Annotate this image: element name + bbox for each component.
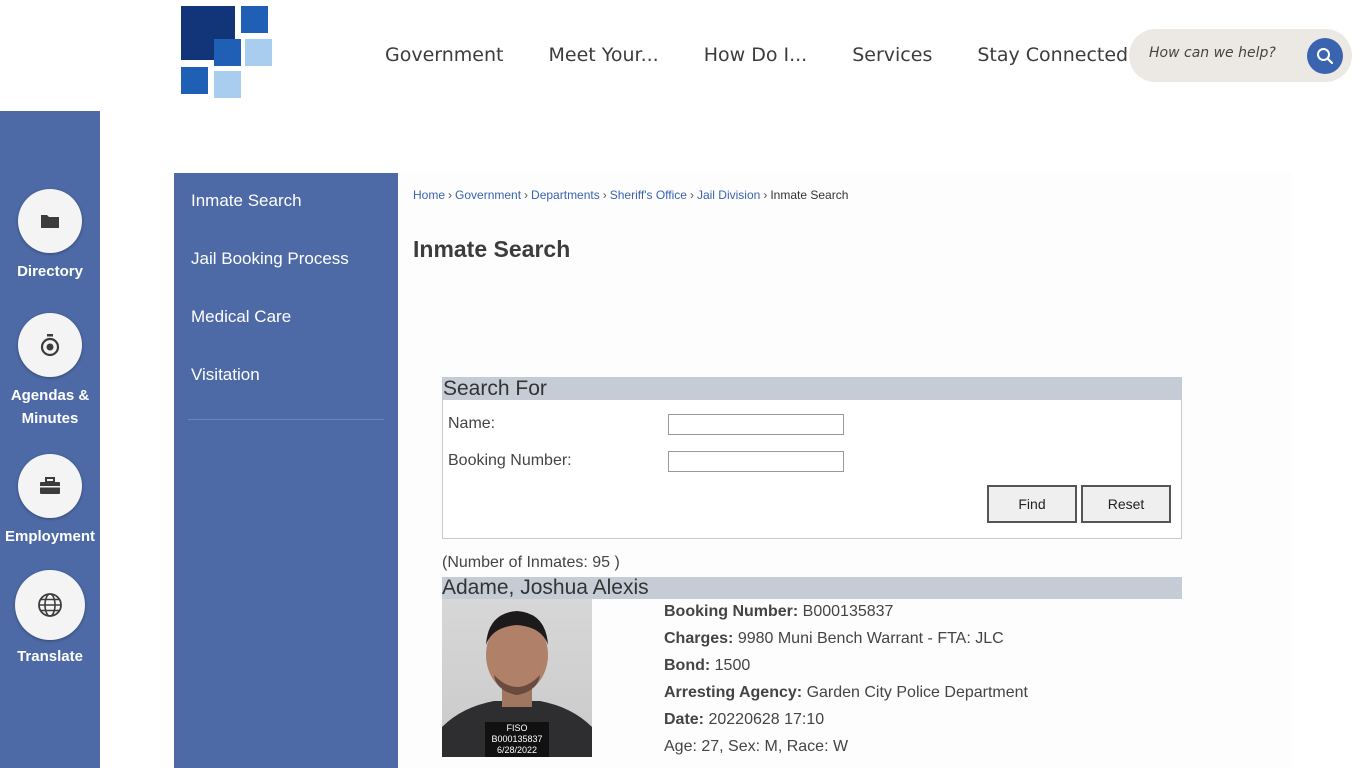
reset-button[interactable]: Reset <box>1081 485 1171 523</box>
nav-meet-your[interactable]: Meet Your... <box>549 44 659 66</box>
booking-number-input[interactable] <box>668 451 844 472</box>
rail-directory[interactable]: Directory <box>0 189 100 283</box>
logo-square-mid <box>214 39 241 66</box>
breadcrumb: Home › Government › Departments › Sheriff's Of… <box>413 188 848 202</box>
rail-agendas-label: Agendas & Minutes <box>10 387 90 427</box>
breadcrumb-current: Inmate Search <box>770 188 849 202</box>
side-item-medical-care[interactable]: Medical Care <box>191 307 291 327</box>
side-menu-divider <box>188 419 384 420</box>
breadcrumb-separator: › <box>524 188 529 202</box>
booking-number-value: B000135837 <box>802 603 894 620</box>
logo-square-light <box>245 39 272 66</box>
breadcrumb-separator: › <box>448 188 453 202</box>
nav-stay-connected[interactable]: Stay Connected <box>977 44 1128 66</box>
rail-employment-label: Employment <box>4 528 95 545</box>
breadcrumb-separator: › <box>763 188 768 202</box>
site-search-button[interactable] <box>1307 38 1343 74</box>
page-title: Inmate Search <box>413 236 571 262</box>
quick-links-rail: Directory Agendas & Minutes Employment T… <box>0 111 100 768</box>
breadcrumb-separator: › <box>689 188 694 202</box>
side-item-visitation[interactable]: Visitation <box>191 365 260 385</box>
arresting-agency-key: Arresting Agency: <box>664 684 803 701</box>
rail-translate-label: Translate <box>17 648 83 665</box>
charges-row: Charges: 9980 Muni Bench Warrant - FTA: … <box>664 629 1028 656</box>
section-side-menu: Inmate Search Jail Booking Process Medic… <box>174 173 398 768</box>
nav-how-do-i[interactable]: How Do I... <box>704 44 808 66</box>
inmate-search-form: Search For Name: Booking Number: Find Re… <box>442 377 1182 539</box>
placard-line: 6/28/2022 <box>496 745 538 755</box>
inmate-details: Booking Number: B000135837 Charges: 9980… <box>664 602 1028 764</box>
search-icon <box>1317 48 1334 65</box>
date-value: 20220628 17:10 <box>708 711 825 728</box>
briefcase-icon <box>40 477 60 494</box>
booking-placard: FISO B000135837 6/28/2022 <box>485 722 549 757</box>
breadcrumb-government[interactable]: Government <box>455 188 521 202</box>
placard-line: FISO <box>506 723 528 733</box>
rail-translate-circle <box>15 570 85 640</box>
main-nav: Government Meet Your... How Do I... Serv… <box>385 44 1173 66</box>
rail-employment-circle <box>18 454 82 518</box>
bond-value: 1500 <box>714 657 751 674</box>
arresting-agency-row: Arresting Agency: Garden City Police Dep… <box>664 683 1028 710</box>
charges-value: 9980 Muni Bench Warrant - FTA: JLC <box>737 630 1004 647</box>
breadcrumb-separator: › <box>602 188 607 202</box>
arresting-agency-value: Garden City Police Department <box>806 684 1028 701</box>
nav-services[interactable]: Services <box>852 44 932 66</box>
rail-directory-circle <box>18 189 82 253</box>
side-item-inmate-search[interactable]: Inmate Search <box>191 191 302 211</box>
rail-agendas-circle <box>18 313 82 377</box>
inmate-count: (Number of Inmates: 95 ) <box>442 554 620 571</box>
search-form-header: Search For <box>443 378 1181 400</box>
stopwatch-icon <box>40 334 60 357</box>
charges-key: Charges: <box>664 630 734 647</box>
find-button[interactable]: Find <box>987 485 1077 523</box>
globe-icon <box>38 593 62 617</box>
rail-directory-label: Directory <box>17 263 83 280</box>
inmate-mugshot: FISO B000135837 6/28/2022 <box>442 599 592 757</box>
rail-translate[interactable]: Translate <box>0 570 100 668</box>
breadcrumb-sheriffs-office[interactable]: Sheriff's Office <box>610 188 687 202</box>
side-item-jail-booking-process[interactable]: Jail Booking Process <box>191 249 349 269</box>
rail-employment[interactable]: Employment <box>0 454 100 548</box>
breadcrumb-departments[interactable]: Departments <box>531 188 600 202</box>
placard-line: B000135837 <box>491 734 543 744</box>
breadcrumb-home[interactable]: Home <box>413 188 445 202</box>
date-row: Date: 20220628 17:10 <box>664 710 1028 737</box>
name-input[interactable] <box>668 414 844 435</box>
demographics-row: Age: 27, Sex: M, Race: W <box>664 738 849 755</box>
booking-number-row: Booking Number: B000135837 <box>664 602 1028 629</box>
nav-government[interactable]: Government <box>385 44 504 66</box>
booking-number-label: Booking Number: <box>448 452 572 469</box>
logo-square-mid <box>181 67 208 94</box>
inmate-name-header: Adame, Joshua Alexis <box>442 577 1182 599</box>
site-logo[interactable] <box>180 5 275 100</box>
folder-icon <box>41 215 59 228</box>
logo-square-mid <box>241 6 268 33</box>
bond-key: Bond: <box>664 657 711 674</box>
logo-square-light <box>214 71 241 98</box>
bond-row: Bond: 1500 <box>664 656 1028 683</box>
breadcrumb-jail-division[interactable]: Jail Division <box>697 188 760 202</box>
site-search-input[interactable] <box>1149 45 1309 61</box>
date-key: Date: <box>664 711 705 728</box>
booking-number-key: Booking Number: <box>664 603 799 620</box>
rail-agendas-minutes[interactable]: Agendas & Minutes <box>0 313 100 430</box>
name-label: Name: <box>448 415 496 432</box>
